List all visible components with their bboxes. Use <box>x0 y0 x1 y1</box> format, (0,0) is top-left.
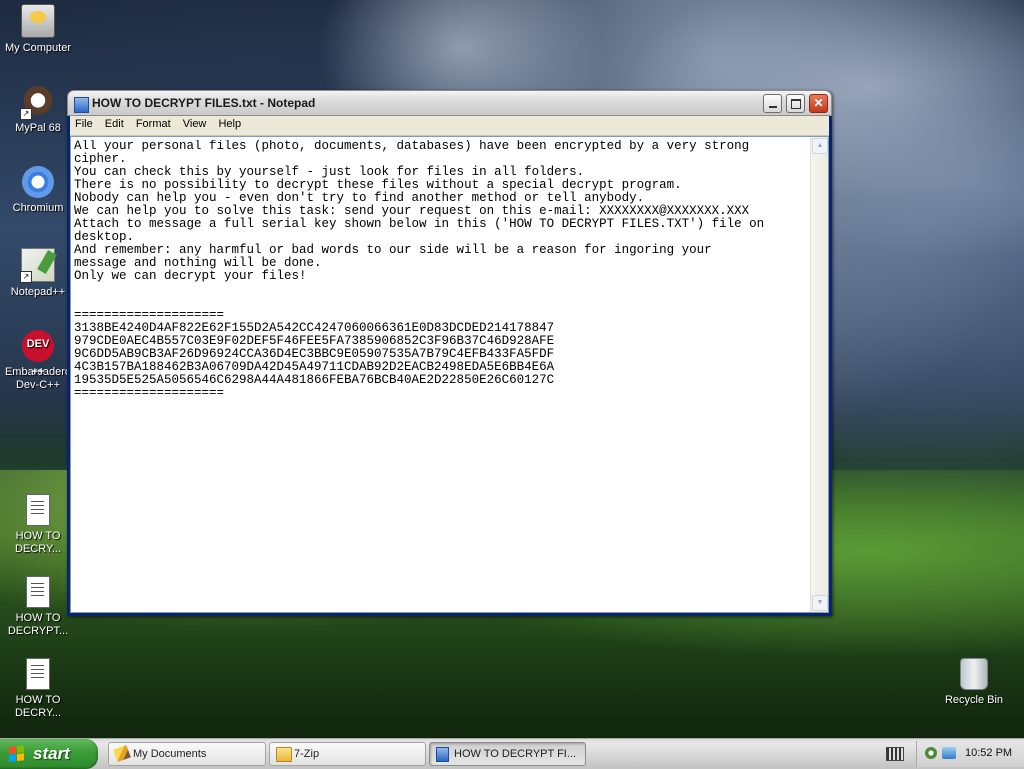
notepad-icon <box>74 97 89 113</box>
text-file-icon <box>26 576 50 608</box>
desktop-icon-my-computer[interactable]: My Computer <box>0 4 78 55</box>
desktop-icon-ransom-note-3[interactable]: HOW TO DECRY... <box>0 658 78 720</box>
task-label: HOW TO DECRYPT FI... <box>454 748 577 760</box>
recycle-bin-icon <box>960 658 988 690</box>
text-file-icon <box>26 658 50 690</box>
title-bar[interactable]: HOW TO DECRYPT FILES.txt - Notepad ✕ <box>67 90 832 116</box>
windows-logo-icon <box>9 745 25 763</box>
clock[interactable]: 10:52 PM <box>965 747 1012 759</box>
task-label: 7-Zip <box>294 748 320 760</box>
close-button[interactable]: ✕ <box>809 94 828 113</box>
taskbar: start My Documents 7-Zip HOW TO DECRYPT … <box>0 738 1024 769</box>
task-notepad[interactable]: HOW TO DECRYPT FI... <box>429 742 586 766</box>
scroll-up-icon[interactable]: ▲ <box>812 138 828 154</box>
system-tray: 10:52 PM <box>916 741 1024 767</box>
vertical-scrollbar[interactable]: ▲ ▼ <box>810 137 828 612</box>
desktop-icon-label: HOW TO DECRY... <box>14 694 62 719</box>
menu-edit[interactable]: Edit <box>100 116 128 130</box>
notepadpp-icon: ↗ <box>20 248 55 283</box>
folder-icon <box>276 747 292 762</box>
mypal-icon: ↗ <box>20 86 54 120</box>
desktop-icon-label: My Computer <box>4 42 72 54</box>
text-file-icon <box>26 494 50 526</box>
pencil-icon <box>113 744 131 763</box>
menu-view[interactable]: View <box>178 116 211 130</box>
notepad-icon <box>436 747 449 762</box>
shortcut-arrow-icon: ↗ <box>20 108 32 120</box>
minimize-button[interactable] <box>763 94 782 113</box>
notepad-window: HOW TO DECRYPT FILES.txt - Notepad ✕ Fil… <box>67 90 832 616</box>
my-computer-icon <box>21 4 55 38</box>
menu-file[interactable]: File <box>70 116 97 130</box>
shortcut-arrow-icon: ↗ <box>20 271 32 283</box>
menu-format[interactable]: Format <box>131 116 175 130</box>
task-7zip[interactable]: 7-Zip <box>269 742 426 766</box>
maximize-icon <box>790 99 801 109</box>
scroll-down-icon[interactable]: ▼ <box>812 595 828 611</box>
menu-help[interactable]: Help <box>213 116 245 130</box>
window-title: HOW TO DECRYPT FILES.txt - Notepad <box>92 96 316 110</box>
network-icon[interactable] <box>942 747 956 759</box>
document-text[interactable]: All your personal files (photo, document… <box>74 140 808 612</box>
devcpp-icon: DEV ++ <box>22 330 54 378</box>
desktop-icon-recycle-bin[interactable]: Recycle Bin <box>934 658 1014 707</box>
volume-icon[interactable] <box>925 747 937 759</box>
start-label: start <box>33 744 70 763</box>
start-button[interactable]: start <box>0 739 98 769</box>
maximize-button[interactable] <box>786 94 805 113</box>
menu-bar: File Edit Format View Help <box>70 116 829 136</box>
chromium-icon <box>22 166 54 198</box>
minimize-icon <box>768 106 777 108</box>
keyboard-icon[interactable] <box>886 747 904 761</box>
task-label: My Documents <box>133 748 207 760</box>
task-my-documents[interactable]: My Documents <box>108 742 266 766</box>
desktop-icon-label: Recycle Bin <box>944 694 1004 706</box>
text-editor[interactable]: All your personal files (photo, document… <box>70 136 829 613</box>
close-icon: ✕ <box>813 96 824 110</box>
